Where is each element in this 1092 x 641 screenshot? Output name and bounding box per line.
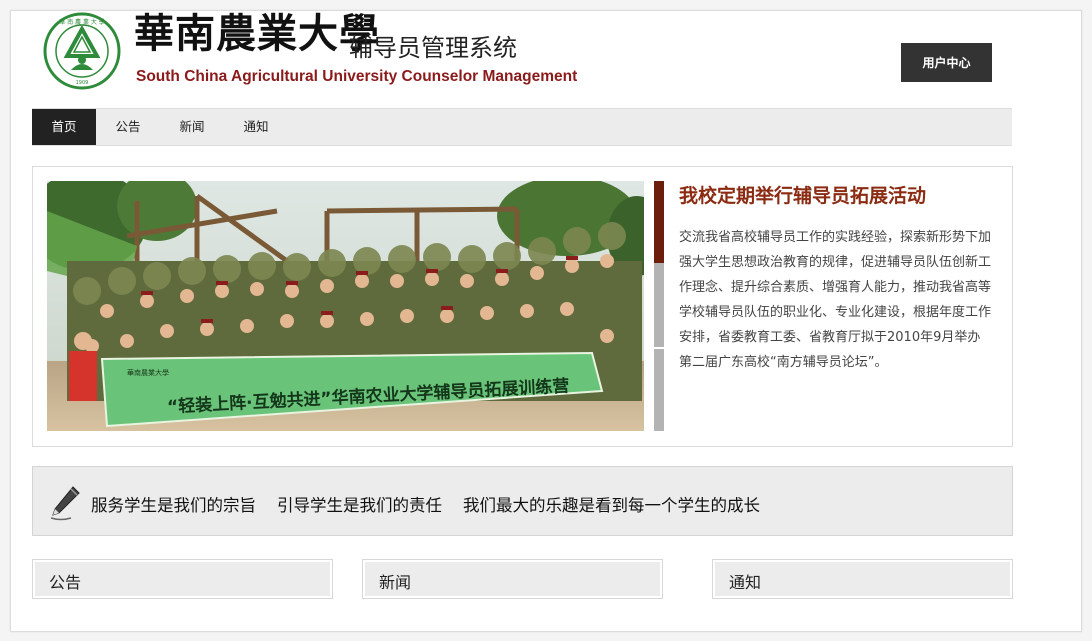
feature-title[interactable]: 我校定期举行辅导员拓展活动 [679,181,926,208]
nav-item-home[interactable]: 首页 [32,109,96,145]
feature-text: 交流我省高校辅导员工作的实践经验，探索新形势下加强大学生思想政治教育的规律，促进… [679,230,992,370]
nav-item-news[interactable]: 新闻 [170,109,214,145]
main-nav: 首页 公告 新闻 通知 [32,108,1012,146]
banner-small-text: 華南農業大學 [127,368,169,377]
university-name-cn: 華南農業大學 [134,10,380,57]
featured-photo[interactable]: 華南農業大學 “轻装上阵·互勉共进”华南农业大学辅导员拓展训练营 [47,181,644,431]
user-center-button[interactable]: 用户中心 [901,43,992,82]
panel-announcements[interactable]: 公告 [32,559,333,599]
panel-title-news: 新闻 [379,573,412,592]
university-seal-logo: 華 南 農 業 大 學 1909 [43,12,121,90]
feature-scroll-divider [654,347,664,349]
svg-text:華 南 農 業 大 學: 華 南 農 業 大 學 [59,18,105,26]
nav-item-announcements[interactable]: 公告 [106,109,150,145]
pen-icon [50,486,80,521]
university-name-en: South China Agricultural University Coun… [136,68,578,85]
panel-news[interactable]: 新闻 [362,559,663,599]
system-name-cn: 辅导员管理系统 [349,34,517,62]
feature-scrollbar[interactable] [654,181,664,431]
feature-scroll-thumb[interactable] [654,181,664,263]
featured-news-box: 華南農業大學 “轻装上阵·互勉共进”华南农业大学辅导员拓展训练营 我校定期举行辅… [32,166,1013,447]
panel-title-notices: 通知 [729,573,762,592]
nav-item-notices[interactable]: 通知 [234,109,278,145]
motto-bar: 服务学生是我们的宗旨 引导学生是我们的责任 我们最大的乐趣是看到每一个学生的成长 [32,466,1013,536]
motto-text: 服务学生是我们的宗旨 引导学生是我们的责任 我们最大的乐趣是看到每一个学生的成长 [91,496,760,515]
svg-text:1909: 1909 [76,80,89,86]
panel-notices[interactable]: 通知 [712,559,1013,599]
panel-title-announcements: 公告 [49,573,82,592]
